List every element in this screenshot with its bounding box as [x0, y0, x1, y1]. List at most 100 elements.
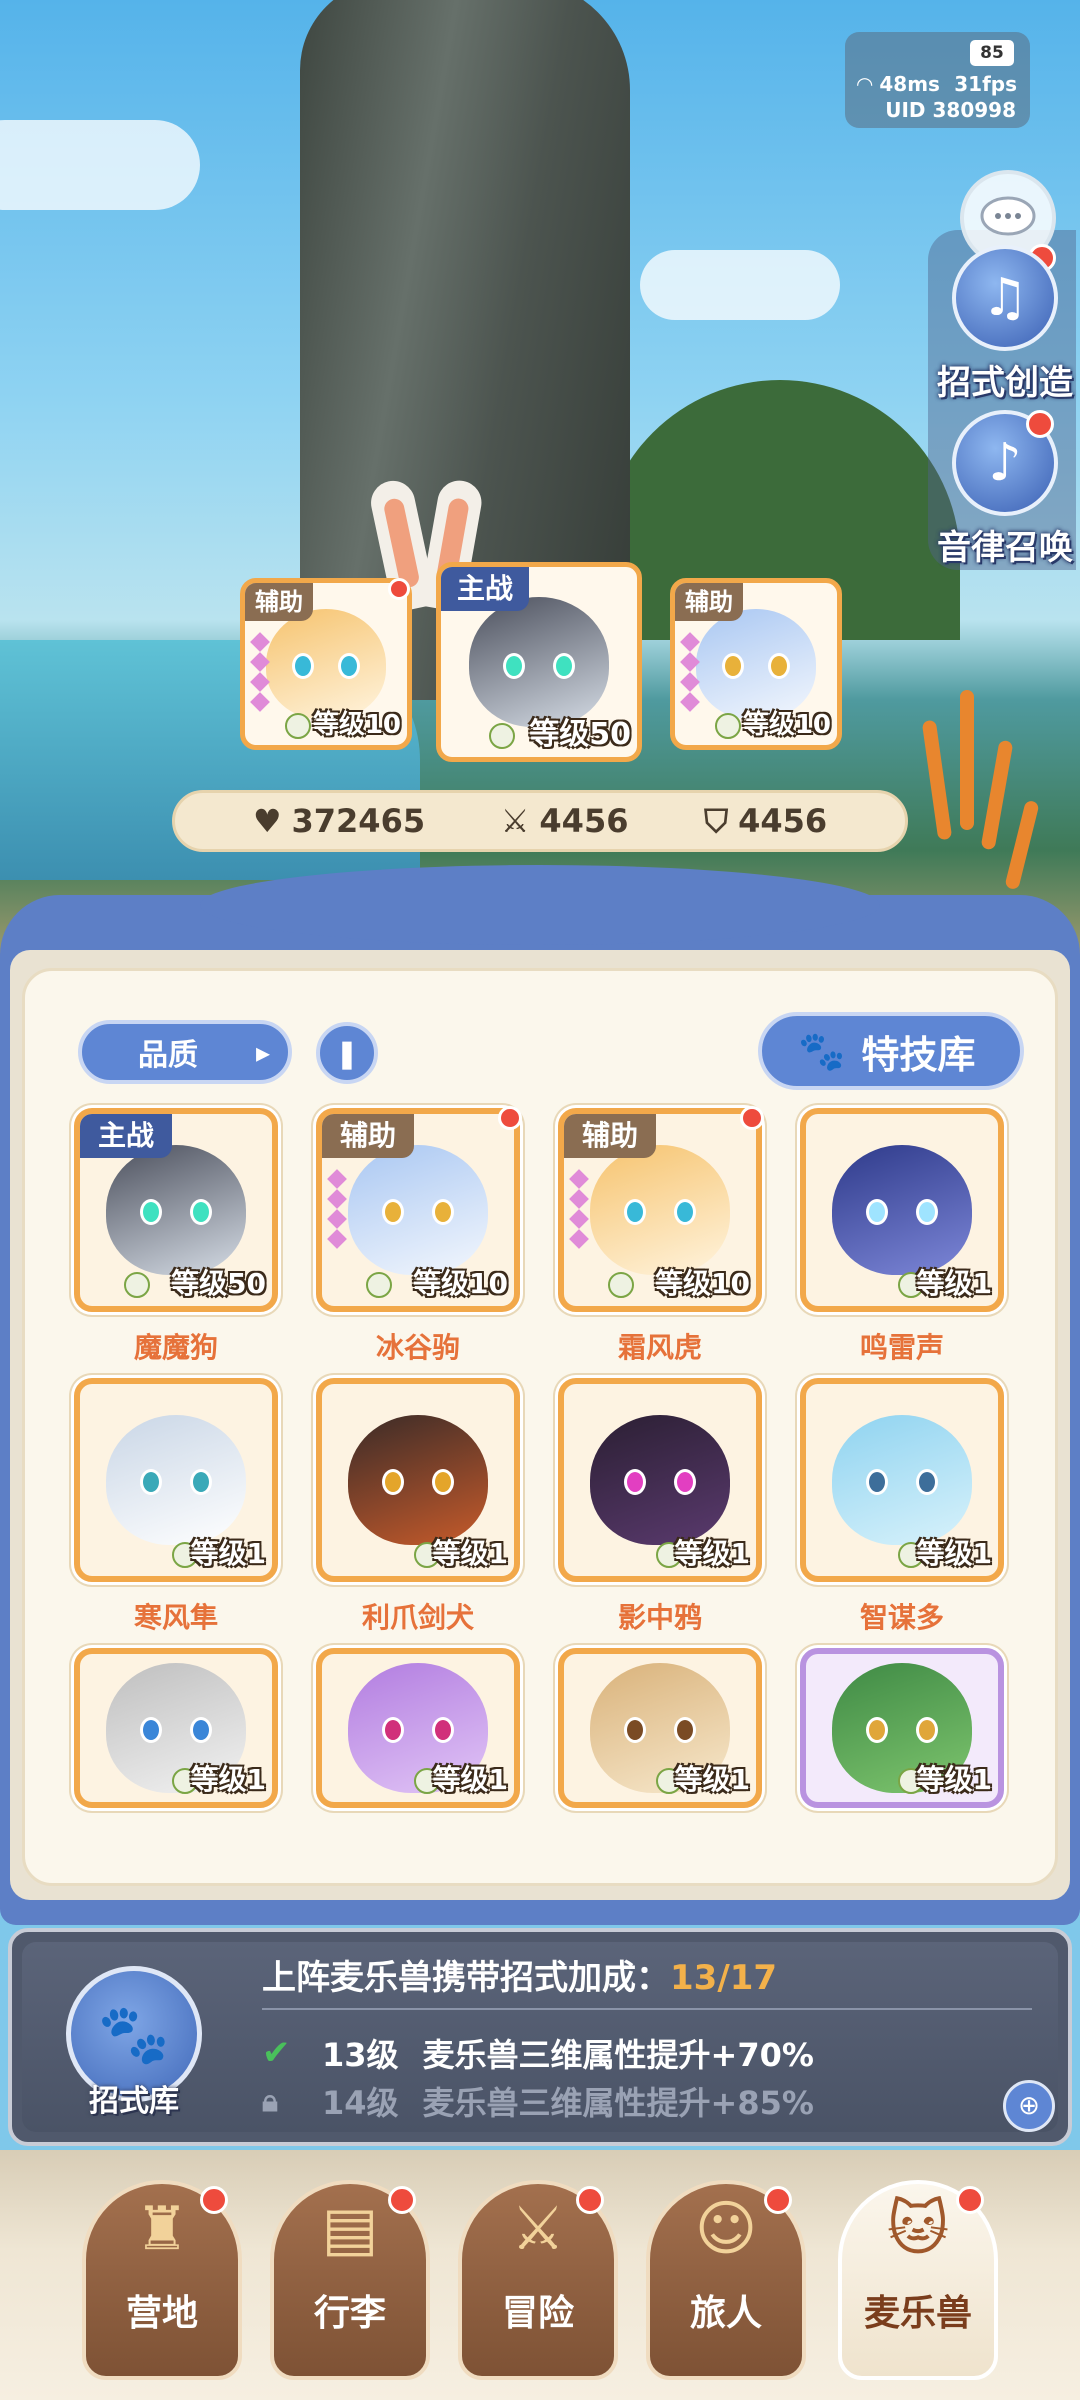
skill-create-button[interactable]: ♫ 招式创造 [930, 245, 1080, 404]
pet-card[interactable]: 主战等级50 [74, 1108, 278, 1312]
bonus-next-tier: 🔒︎ 14级 麦乐兽三维属性提升+85% [262, 2083, 814, 2123]
nav-backpack[interactable]: ▤ 行李 [270, 2180, 430, 2380]
level-label: 等级1 [432, 1763, 508, 1796]
team-stats-bar: ♥ 372465 ⚔ 4456 ⛉ 4456 [172, 790, 908, 852]
uid-label: UID 380998 [885, 98, 1016, 122]
level-label: 等级10 [655, 1267, 750, 1300]
star-rank [250, 632, 270, 712]
nav-traveler[interactable]: ☺ 旅人 [646, 2180, 806, 2380]
notification-dot [576, 2186, 604, 2214]
role-tag: 辅助 [322, 1114, 414, 1158]
element-icon [366, 1272, 392, 1298]
shield-icon: ⛉ [704, 801, 729, 840]
lock-icon: 🔒︎ [262, 2083, 278, 2119]
music-box-icon: ♫ [952, 245, 1058, 351]
role-tag: 辅助 [675, 583, 743, 621]
heart-icon: ♥ [252, 802, 282, 840]
bonus-current-tier: ✔ 13级 麦乐兽三维属性提升+70% [262, 2033, 814, 2074]
star-rank [569, 1169, 589, 1249]
pet-card[interactable]: 等级1 [800, 1648, 1004, 1808]
zoom-in-icon[interactable]: ⊕ [1003, 2080, 1055, 2132]
nav-label: 营地 [125, 2293, 198, 2334]
paw-icon: 🐾 [798, 1028, 846, 1073]
chat-bubble-icon [980, 196, 1036, 236]
defense-stat: ⛉ 4456 [704, 801, 828, 841]
level-label: 等级1 [432, 1537, 508, 1570]
nav-pet-cat[interactable]: 🐱︎ 麦乐兽 [838, 2180, 998, 2380]
ping-value: ◠ 48ms [857, 72, 940, 96]
bonus-title: 上阵麦乐兽携带招式加成：13/17 [262, 1958, 778, 1998]
level-label: 等级1 [916, 1537, 992, 1570]
divider [262, 2008, 1032, 2010]
fps-value: 31fps [954, 72, 1017, 96]
notification-dot [740, 1106, 764, 1130]
team-slot-support-left[interactable]: 辅助 等级10 [240, 578, 412, 750]
bonus-count: 13/17 [670, 1958, 778, 1998]
notification-dot [1026, 410, 1054, 438]
team-slot-main[interactable]: 主战 等级50 [436, 562, 642, 762]
pet-card[interactable]: 等级1 [74, 1648, 278, 1808]
pet-card[interactable]: 等级1 [800, 1378, 1004, 1582]
level-label: 等级50 [529, 717, 631, 752]
level-label: 等级10 [742, 710, 831, 740]
attack-stat: ⚔ 4456 [500, 802, 629, 840]
pet-card[interactable]: 等级1 [558, 1648, 762, 1808]
level-label: 等级1 [916, 1763, 992, 1796]
role-tag: 主战 [441, 567, 529, 611]
star-rank [680, 632, 700, 712]
notification-dot [388, 578, 410, 600]
pet-card[interactable]: 等级1 [316, 1648, 520, 1808]
notification-dot [388, 2186, 416, 2214]
element-icon [715, 713, 741, 739]
nav-crossed-swords[interactable]: ⚔ 冒险 [458, 2180, 618, 2380]
level-label: 等级50 [171, 1267, 266, 1300]
nav-label: 行李 [313, 2293, 386, 2334]
battery-indicator: 85 [970, 40, 1014, 66]
pet-card[interactable]: 等级1 [74, 1378, 278, 1582]
paw-plus-icon: 🐾 [97, 1999, 171, 2068]
quality-filter-button[interactable]: 品质 ▸ [78, 1020, 292, 1084]
pet-name: 鸣雷声 [859, 1331, 944, 1364]
pet-name: 魔魔狗 [133, 1331, 218, 1364]
crossed-swords-icon: ⚔ [500, 802, 530, 840]
level-label: 等级1 [190, 1763, 266, 1796]
pet-card[interactable]: 辅助等级10 [316, 1108, 520, 1312]
pet-card[interactable]: 等级1 [316, 1378, 520, 1582]
skill-library-button[interactable]: 🐾 特技库 [758, 1012, 1024, 1090]
network-status-hud: 85 ◠ 48ms 31fps UID 380998 [845, 32, 1030, 128]
element-icon [608, 1272, 634, 1298]
level-label: 等级1 [916, 1267, 992, 1300]
level-label: 等级1 [674, 1537, 750, 1570]
cloud [640, 250, 840, 320]
role-tag: 辅助 [245, 583, 313, 621]
pet-name: 影中鸦 [617, 1601, 702, 1634]
pet-card[interactable]: 辅助等级10 [558, 1108, 762, 1312]
pet-name: 霜风虎 [617, 1331, 702, 1364]
element-icon [285, 713, 311, 739]
summon-button[interactable]: ♪ 音律召唤 [930, 410, 1080, 569]
level-label: 等级10 [413, 1267, 508, 1300]
level-label: 等级1 [190, 1537, 266, 1570]
notification-dot [956, 2186, 984, 2214]
pet-card[interactable]: 等级1 [558, 1378, 762, 1582]
notification-dot [498, 1106, 522, 1130]
role-tag: 辅助 [564, 1114, 656, 1158]
star-rank [327, 1169, 347, 1249]
nav-castle[interactable]: ♜ 营地 [82, 2180, 242, 2380]
book-icon[interactable]: ❚ [316, 1022, 378, 1084]
level-label: 等级1 [674, 1763, 750, 1796]
chevron-right-icon: ▸ [255, 1036, 270, 1069]
pet-name: 冰谷驹 [375, 1331, 460, 1364]
pet-card[interactable]: 等级1 [800, 1108, 1004, 1312]
level-label: 等级10 [312, 710, 401, 740]
check-icon: ✔ [262, 2033, 291, 2073]
notification-dot [764, 2186, 792, 2214]
role-tag: 主战 [80, 1114, 172, 1158]
nav-label: 冒险 [501, 2293, 574, 2334]
notification-dot [200, 2186, 228, 2214]
pet-name: 智谋多 [859, 1601, 944, 1634]
pet-name: 寒风隼 [133, 1601, 218, 1634]
hp-stat: ♥ 372465 [252, 802, 426, 840]
team-slot-support-right[interactable]: 辅助 等级10 [670, 578, 842, 750]
nav-label: 麦乐兽 [863, 2293, 972, 2334]
